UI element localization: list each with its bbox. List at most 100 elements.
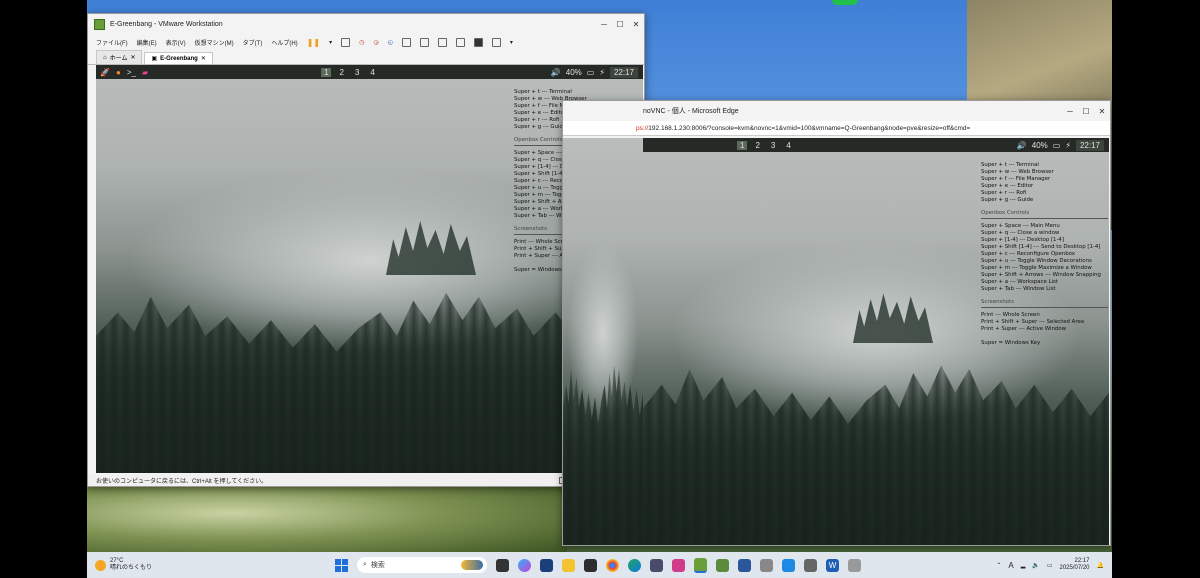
firefox-icon[interactable]: ● xyxy=(116,68,121,77)
display-icon[interactable]: ▭ xyxy=(587,68,595,77)
app-icon[interactable] xyxy=(760,558,773,572)
desktop-4[interactable]: 4 xyxy=(783,141,793,150)
folder-icon[interactable]: ▰ xyxy=(142,68,148,77)
section-heading: Openbox Controls xyxy=(981,210,1108,219)
launcher-rocket-icon[interactable]: 🚀 xyxy=(100,68,110,77)
menu-help[interactable]: ヘルプ(H) xyxy=(271,38,297,47)
keybind-line: Super + c --- Reconfigure Openbox xyxy=(981,251,1075,257)
stretch-guest-icon[interactable] xyxy=(491,37,501,47)
thumbnail-icon[interactable] xyxy=(419,37,429,47)
guest-clock: 22:17 xyxy=(609,66,638,78)
desktop-1[interactable]: 1 xyxy=(321,67,332,77)
snapshot-icon[interactable]: ◷ xyxy=(359,39,364,46)
app-icon[interactable] xyxy=(650,558,663,572)
status-text: お使いのコンピュータに戻るには、Ctrl+Alt を押してください。 xyxy=(96,478,268,485)
keybind-line: Super + e --- Editor xyxy=(981,183,1034,189)
menu-edit[interactable]: 編集(E) xyxy=(137,38,157,47)
desktop-switcher: 1 2 3 4 xyxy=(737,140,794,150)
pause-icon[interactable]: ❚❚ xyxy=(307,38,320,47)
tab-home[interactable]: ⌂ ホーム ✕ xyxy=(96,50,143,64)
task-view-icon[interactable] xyxy=(496,558,509,572)
tab-e-greenbang[interactable]: ▣ E-Greenbang ✕ xyxy=(144,52,213,64)
close-icon[interactable]: ✕ xyxy=(201,55,206,62)
edge-icon[interactable] xyxy=(628,558,641,572)
desktop-3[interactable]: 3 xyxy=(768,141,778,150)
start-button[interactable] xyxy=(335,558,348,572)
menu-vm[interactable]: 仮想マシン(M) xyxy=(195,38,234,47)
power-icon[interactable]: ⚡ xyxy=(1065,141,1071,150)
store-icon[interactable] xyxy=(540,558,553,572)
date: 2025/07/20 xyxy=(1059,565,1090,571)
fullscreen-icon[interactable] xyxy=(437,37,447,47)
guest-clock: 22:17 xyxy=(1075,139,1104,151)
guest-screen[interactable]: 🚀 ● >_ ▰ 1 2 3 4 🔊 40% ▭ ⚡ 22:17 Super +… xyxy=(96,65,643,473)
terminal-app-icon[interactable] xyxy=(584,558,597,572)
copilot-icon[interactable] xyxy=(518,558,531,572)
revert-snapshot-icon[interactable]: ◶ xyxy=(373,39,378,46)
app-icon[interactable] xyxy=(716,558,729,572)
app-icon[interactable] xyxy=(848,558,861,572)
desktop-2[interactable]: 2 xyxy=(752,141,762,150)
keybind-line: Super + w --- Web Browser xyxy=(981,169,1054,175)
address-bar[interactable]: ps:// 192.168.1.230:8006/?console=kvm&no… xyxy=(563,121,1110,136)
display-icon[interactable]: ▭ xyxy=(1053,141,1061,150)
vmware-taskbar-icon[interactable] xyxy=(694,557,707,573)
unity-icon[interactable] xyxy=(455,37,465,47)
close-button[interactable]: ✕ xyxy=(628,20,644,29)
keybinding-guide: Super + t --- Terminal Super + w --- Web… xyxy=(981,162,1108,347)
weather-widget[interactable]: 27°C 晴れのちくもり xyxy=(87,558,295,572)
stretch-dropdown-icon[interactable]: ▾ xyxy=(510,39,513,46)
edge-titlebar[interactable]: noVNC - 個人 - Microsoft Edge ─ ☐ ✕ xyxy=(563,101,1110,121)
edge-window[interactable]: noVNC - 個人 - Microsoft Edge ─ ☐ ✕ ps:// … xyxy=(562,100,1111,546)
app-icon[interactable] xyxy=(782,558,795,572)
minimize-button[interactable]: ─ xyxy=(1062,107,1078,116)
vm-icon: ▣ xyxy=(151,56,158,62)
maximize-button[interactable]: ☐ xyxy=(612,20,628,29)
maximize-button[interactable]: ☐ xyxy=(1078,107,1094,116)
desktop-2[interactable]: 2 xyxy=(336,68,346,77)
chrome-icon[interactable] xyxy=(606,558,619,572)
desktop-switcher: 1 2 3 4 xyxy=(321,67,378,77)
battery-icon[interactable]: ▭ xyxy=(1047,562,1053,569)
photos-icon[interactable] xyxy=(672,558,685,572)
time: 22:17 xyxy=(1074,558,1090,564)
keybind-line: Super + u --- Toggle Window Decorations xyxy=(981,258,1092,264)
volume-icon[interactable]: 🔊 xyxy=(1017,141,1027,150)
app-icon[interactable] xyxy=(804,558,817,572)
close-icon[interactable]: ✕ xyxy=(130,54,135,61)
word-icon[interactable]: W xyxy=(826,558,839,572)
console-view-icon[interactable] xyxy=(473,37,483,47)
menu-view[interactable]: 表示(V) xyxy=(166,38,186,47)
dropdown-icon[interactable]: ▾ xyxy=(329,39,332,46)
keybind-line: Print + Super --- Active Window xyxy=(981,326,1067,332)
menu-file[interactable]: ファイル(F) xyxy=(96,38,128,47)
volume-icon[interactable]: 🔊 xyxy=(551,68,561,77)
desktop-1[interactable]: 1 xyxy=(737,140,748,150)
vmware-titlebar[interactable]: E-Greenbang - VMware Workstation ─ ☐ ✕ xyxy=(88,14,644,34)
wallpaper-trees xyxy=(386,221,476,275)
taskbar-clock[interactable]: 22:17 2025/07/20 xyxy=(1059,558,1089,572)
app-icon[interactable] xyxy=(738,558,751,572)
notification-icon[interactable]: 🔔 xyxy=(1097,562,1104,569)
desktop-4[interactable]: 4 xyxy=(367,68,377,77)
snapshot-manager-icon[interactable]: ◵ xyxy=(388,39,393,46)
network-icon[interactable]: ▂ xyxy=(1021,562,1026,569)
send-ctrl-alt-del-icon[interactable] xyxy=(341,37,351,47)
volume-icon[interactable]: 🔈 xyxy=(1032,562,1039,569)
sidebar-toggle-icon[interactable] xyxy=(401,37,411,47)
desktop-green-indicator xyxy=(832,0,858,5)
guest-panel: 🚀 ● >_ ▰ 1 2 3 4 🔊 40% ▭ ⚡ 22:17 xyxy=(96,65,643,79)
file-explorer-icon[interactable] xyxy=(562,558,575,572)
desktop-3[interactable]: 3 xyxy=(352,68,362,77)
ime-indicator[interactable]: A xyxy=(1008,561,1013,570)
close-button[interactable]: ✕ xyxy=(1094,107,1110,116)
menu-tabs[interactable]: タブ(T) xyxy=(243,38,263,47)
wallpaper-bushes xyxy=(87,485,567,555)
power-icon[interactable]: ⚡ xyxy=(599,68,605,77)
minimize-button[interactable]: ─ xyxy=(596,20,612,29)
chevron-up-icon[interactable]: ⌃ xyxy=(996,562,1001,569)
novnc-screen[interactable]: 1 2 3 4 🔊 40% ▭ ⚡ 22:17 Super + t --- Te… xyxy=(643,138,1109,545)
search-box[interactable]: ⌕ 検索 xyxy=(357,557,487,573)
terminal-icon[interactable]: >_ xyxy=(127,68,136,77)
taskbar-apps: ⌕ 検索 W xyxy=(335,557,861,573)
